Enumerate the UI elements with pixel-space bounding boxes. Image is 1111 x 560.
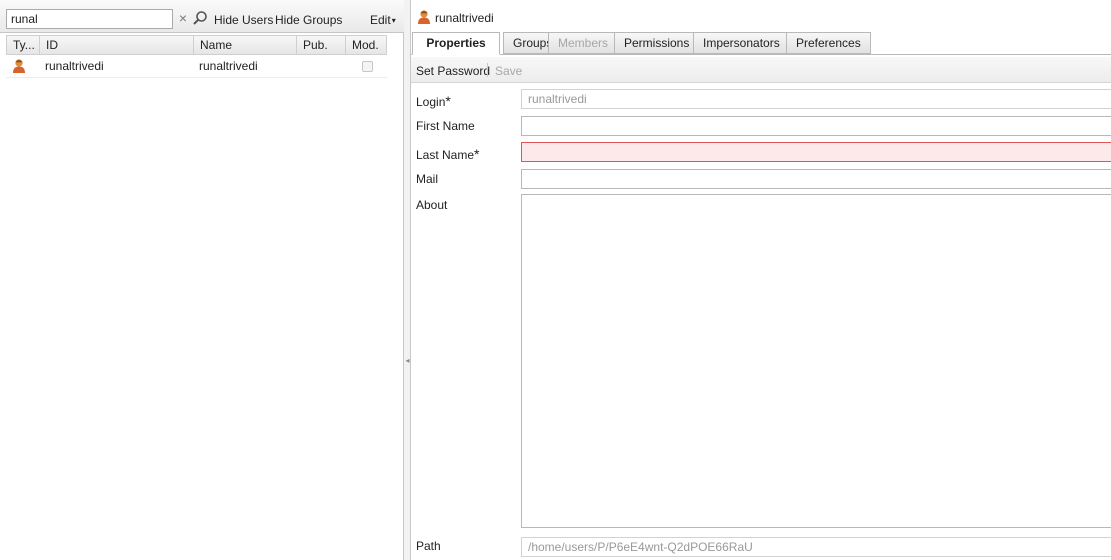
action-separator — [487, 63, 488, 77]
search-icon[interactable] — [192, 10, 208, 26]
about-field[interactable] — [521, 194, 1111, 528]
login-label-text: Login — [416, 95, 446, 109]
last-name-label-text: Last Name — [416, 148, 475, 162]
modified-checkbox[interactable] — [362, 61, 373, 72]
panel-splitter[interactable]: ◂ — [404, 0, 411, 560]
user-detail-panel: runaltrivedi Properties Groups Members P… — [411, 0, 1111, 560]
detail-title: runaltrivedi — [435, 11, 494, 25]
edit-menu-label: Edit — [370, 13, 391, 27]
hide-groups-button[interactable]: Hide Groups — [275, 13, 342, 27]
column-header-name[interactable]: Name — [194, 36, 297, 54]
login-label: Login* — [416, 93, 451, 109]
column-header-pub[interactable]: Pub. — [297, 36, 346, 54]
first-name-label: First Name — [416, 119, 475, 133]
column-header-mod[interactable]: Mod. — [346, 36, 387, 54]
user-icon — [8, 56, 38, 77]
chevron-down-icon: ▾ — [391, 16, 396, 25]
path-field — [521, 537, 1111, 557]
detail-title-bar: runaltrivedi — [411, 6, 1111, 28]
last-name-label: Last Name* — [416, 146, 479, 162]
tab-impersonators[interactable]: Impersonators — [693, 32, 790, 54]
grid-header: Ty... ID Name Pub. Mod. — [6, 35, 387, 55]
column-header-type[interactable]: Ty... — [7, 36, 40, 54]
tab-properties[interactable]: Properties — [412, 32, 500, 55]
set-password-button[interactable]: Set Password — [416, 64, 490, 78]
required-marker: * — [445, 93, 451, 109]
table-row[interactable]: runaltrivedi runaltrivedi — [6, 56, 387, 78]
clear-search-icon[interactable]: × — [177, 11, 189, 25]
collapse-arrow-icon[interactable]: ◂ — [405, 356, 410, 366]
action-bar: Set Password Save — [411, 57, 1111, 83]
tab-bar: Properties Groups Members Permissions Im… — [411, 31, 1111, 55]
column-header-id[interactable]: ID — [40, 36, 194, 54]
user-browser-panel: × Hide Users Hide Groups Edit▾ Ty... ID … — [0, 0, 404, 560]
about-label: About — [416, 198, 448, 212]
user-browser-toolbar: × Hide Users Hide Groups Edit▾ — [0, 0, 404, 33]
hide-users-button[interactable]: Hide Users — [214, 13, 273, 27]
user-icon — [417, 9, 431, 25]
path-label: Path — [416, 539, 441, 553]
row-id-cell: runaltrivedi — [45, 59, 104, 73]
row-name-cell: runaltrivedi — [199, 59, 258, 73]
tab-permissions[interactable]: Permissions — [614, 32, 700, 54]
save-button: Save — [495, 64, 523, 78]
tab-members: Members — [548, 32, 619, 54]
login-field — [521, 89, 1111, 109]
tab-preferences[interactable]: Preferences — [786, 32, 871, 54]
search-input[interactable] — [6, 9, 173, 29]
required-marker: * — [474, 146, 480, 162]
edit-menu-button[interactable]: Edit▾ — [370, 13, 396, 27]
invalid-underline — [522, 158, 1111, 161]
mail-label: Mail — [416, 172, 439, 186]
first-name-field[interactable] — [521, 116, 1111, 136]
mail-field[interactable] — [521, 169, 1111, 189]
